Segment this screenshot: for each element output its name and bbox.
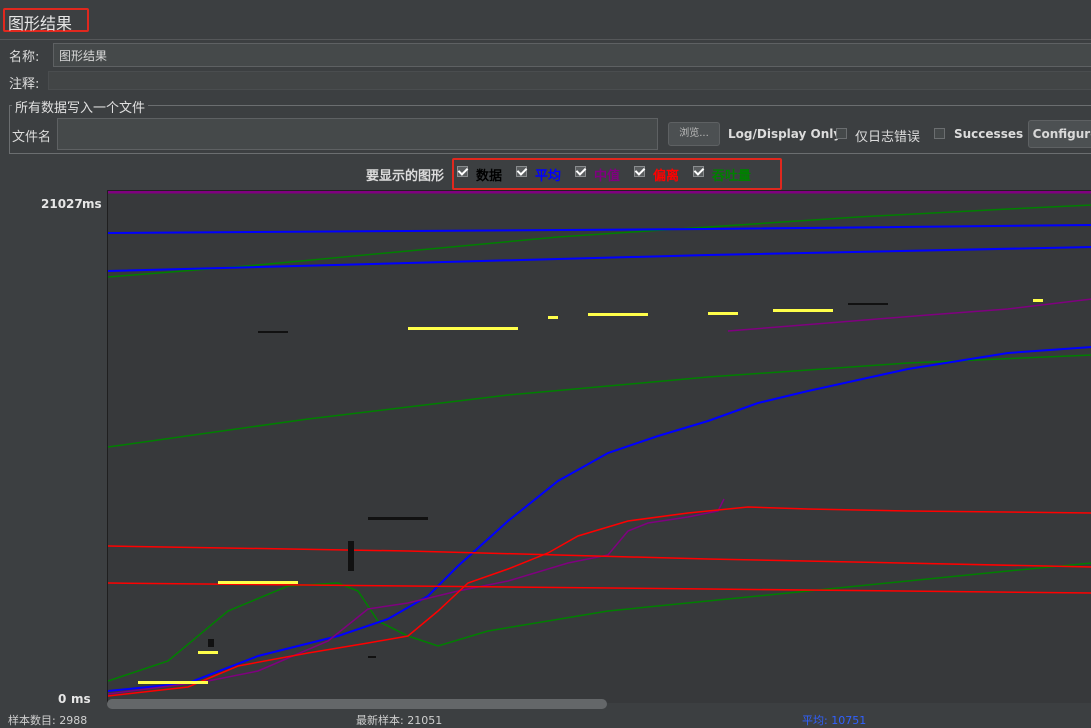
configure-button[interactable]: Configure [1028, 120, 1091, 148]
option-median-checkbox[interactable] [575, 166, 586, 177]
data-points [138, 299, 1043, 684]
average-line [108, 224, 1091, 234]
errors-checkbox[interactable] [836, 128, 847, 139]
browse-button[interactable]: 浏览... [668, 122, 720, 146]
filename-input[interactable] [57, 118, 658, 150]
option-deviation-label: 偏离 [653, 169, 680, 184]
average-value: 平均: 10751 [802, 714, 867, 727]
file-panel-legend: 所有数据写入一个文件 [12, 97, 149, 116]
filename-label: 文件名 [12, 130, 52, 145]
y-axis-unit-top: ms [82, 197, 102, 211]
graph-svg [108, 191, 1091, 697]
deviation-line [108, 545, 1091, 568]
y-axis-unit-bottom: ms [71, 692, 91, 706]
option-average-label: 平均 [535, 169, 562, 184]
latest-sample: 最新样本: 21051 [356, 714, 443, 727]
page-title: 图形结果 [8, 14, 73, 33]
option-average-checkbox[interactable] [516, 166, 527, 177]
median-line [727, 298, 1091, 332]
name-input[interactable] [53, 43, 1091, 67]
graph-canvas [107, 190, 1091, 703]
throughput-line-2 [108, 354, 1091, 448]
horizontal-scrollbar[interactable] [107, 699, 607, 709]
option-throughput-checkbox[interactable] [693, 166, 704, 177]
average-line-2 [108, 246, 1091, 272]
option-deviation-checkbox[interactable] [634, 166, 645, 177]
log-display-label: Log/Display Only: [728, 127, 846, 141]
samples-count: 样本数目: 2988 [8, 714, 88, 727]
median-line-2 [108, 498, 725, 695]
average-line-3 [108, 346, 1091, 692]
name-label: 名称: [9, 50, 40, 65]
deviation-line-2 [108, 582, 1091, 594]
graphs-to-display-label: 要显示的图形 [366, 169, 445, 184]
divider [0, 39, 1091, 40]
option-throughput-label: 吞吐量 [712, 169, 752, 184]
deviation-line-3 [108, 506, 1091, 697]
option-data-label: 数据 [476, 169, 503, 184]
y-axis-min-label: 0 [58, 692, 67, 706]
comment-label: 注释: [9, 77, 40, 92]
option-median-label: 中值 [594, 169, 621, 184]
errors-label: 仅日志错误 [855, 130, 921, 145]
option-data-checkbox[interactable] [457, 166, 468, 177]
comment-input[interactable] [48, 71, 1091, 90]
successes-label: Successes [954, 127, 1024, 141]
successes-checkbox[interactable] [934, 128, 945, 139]
y-axis-max-label: 21027 [41, 197, 83, 211]
